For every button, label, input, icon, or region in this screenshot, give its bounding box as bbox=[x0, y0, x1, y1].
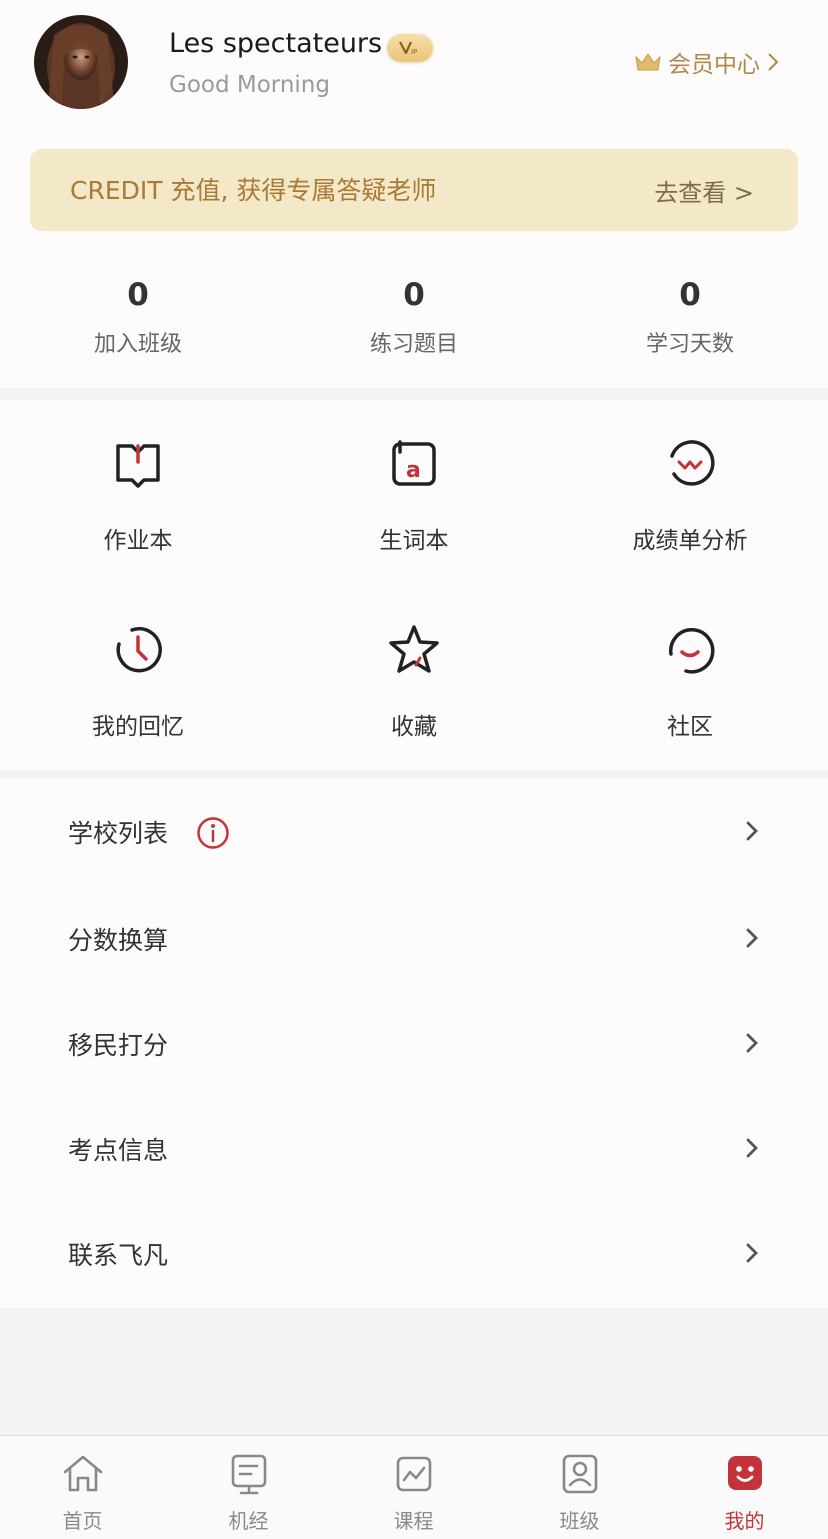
smile-icon bbox=[669, 628, 715, 674]
vocab-icon: a bbox=[392, 440, 436, 486]
crown-icon bbox=[635, 53, 661, 71]
grid-item-label: 收藏 bbox=[391, 714, 437, 740]
grid-item-label: 社区 bbox=[667, 714, 713, 740]
stat-classes[interactable]: 0 加入班级 bbox=[0, 270, 276, 358]
analysis-icon bbox=[670, 440, 715, 486]
stat-label: 练习题目 bbox=[369, 332, 458, 357]
avatar[interactable] bbox=[34, 15, 128, 109]
list-item-label: 移民打分 bbox=[68, 1031, 169, 1060]
chevron-right-icon bbox=[746, 928, 758, 948]
banner-text: CREDIT 充值, 获得专属答疑老师 bbox=[70, 176, 437, 205]
tab-label: 首页 bbox=[62, 1509, 103, 1533]
list-item-label: 学校列表 bbox=[68, 819, 169, 848]
list-item-contact[interactable]: 联系飞凡 bbox=[0, 1200, 828, 1305]
list-item-test-center[interactable]: 考点信息 bbox=[0, 1095, 828, 1200]
tab-class[interactable]: 班级 bbox=[497, 1436, 662, 1539]
list-item-label: 考点信息 bbox=[68, 1136, 169, 1165]
class-icon bbox=[562, 1454, 597, 1494]
book-icon bbox=[116, 444, 160, 488]
grid-item-analysis[interactable]: 成绩单分析 bbox=[552, 436, 828, 555]
grid-item-vocab[interactable]: a 生词本 bbox=[276, 436, 552, 555]
home-icon bbox=[63, 1455, 102, 1492]
chevron-right-icon bbox=[746, 1243, 758, 1263]
vip-badge-icon: IP bbox=[387, 34, 433, 62]
svg-text:a: a bbox=[406, 458, 421, 483]
tab-home[interactable]: 首页 bbox=[0, 1436, 165, 1539]
chevron-right-icon bbox=[746, 1138, 758, 1158]
clock-icon bbox=[116, 626, 162, 673]
list-item-immigration-score[interactable]: 移民打分 bbox=[0, 990, 828, 1095]
greeting-text: Good Morning bbox=[169, 72, 330, 98]
grid-item-label: 作业本 bbox=[103, 528, 173, 554]
profile-section: Les spectateurs IP Good Morning 会员中心 CRE… bbox=[0, 0, 828, 388]
course-icon bbox=[396, 1456, 431, 1492]
tab-jijing[interactable]: 机经 bbox=[166, 1436, 331, 1539]
feature-grid: 作业本 a 生词本 成绩单分析 我的回忆 收藏 社区 bbox=[0, 400, 828, 770]
chevron-right-icon bbox=[768, 53, 779, 71]
stat-practice[interactable]: 0 练习题目 bbox=[276, 270, 552, 358]
info-icon[interactable] bbox=[196, 816, 230, 850]
document-icon bbox=[231, 1454, 266, 1495]
tab-label: 我的 bbox=[724, 1509, 765, 1533]
stat-value: 0 bbox=[679, 277, 701, 313]
chevron-right-icon bbox=[746, 821, 758, 841]
list-item-school-list[interactable]: 学校列表 bbox=[0, 778, 828, 883]
tab-label: 机经 bbox=[228, 1509, 269, 1533]
grid-item-memory[interactable]: 我的回忆 bbox=[0, 622, 276, 741]
me-icon bbox=[727, 1456, 762, 1490]
list-item-label: 分数换算 bbox=[68, 926, 169, 955]
tab-courses[interactable]: 课程 bbox=[331, 1436, 496, 1539]
list-item-score-convert[interactable]: 分数换算 bbox=[0, 885, 828, 990]
bottom-tab-bar: 首页 机经 课程 班级 我的 bbox=[0, 1435, 828, 1539]
grid-item-label: 生词本 bbox=[379, 528, 449, 554]
grid-item-favorites[interactable]: 收藏 bbox=[276, 622, 552, 741]
credit-banner[interactable]: CREDIT 充值, 获得专属答疑老师 去查看 > bbox=[30, 149, 798, 231]
banner-link[interactable]: 去查看 > bbox=[654, 173, 754, 208]
member-center-link[interactable]: 会员中心 bbox=[634, 44, 780, 80]
tab-label: 课程 bbox=[393, 1509, 434, 1533]
star-icon bbox=[389, 625, 439, 673]
username: Les spectateurs bbox=[169, 28, 383, 59]
tab-me[interactable]: 我的 bbox=[662, 1436, 827, 1539]
grid-item-homework[interactable]: 作业本 bbox=[0, 436, 276, 555]
member-center-label: 会员中心 bbox=[668, 52, 760, 78]
grid-item-label: 成绩单分析 bbox=[632, 528, 748, 554]
grid-item-label: 我的回忆 bbox=[92, 714, 184, 740]
grid-item-community[interactable]: 社区 bbox=[552, 622, 828, 741]
menu-list: 学校列表 分数换算 移民打分 考点信息 联系飞凡 bbox=[0, 778, 828, 1308]
stat-label: 学习天数 bbox=[645, 332, 734, 357]
stat-value: 0 bbox=[403, 277, 425, 313]
tab-label: 班级 bbox=[559, 1509, 600, 1533]
stat-value: 0 bbox=[127, 277, 149, 313]
chevron-right-icon bbox=[746, 1033, 758, 1053]
list-item-label: 联系飞凡 bbox=[68, 1241, 169, 1270]
stat-days[interactable]: 0 学习天数 bbox=[552, 270, 828, 358]
stat-label: 加入班级 bbox=[93, 332, 182, 357]
svg-text:IP: IP bbox=[411, 48, 417, 56]
